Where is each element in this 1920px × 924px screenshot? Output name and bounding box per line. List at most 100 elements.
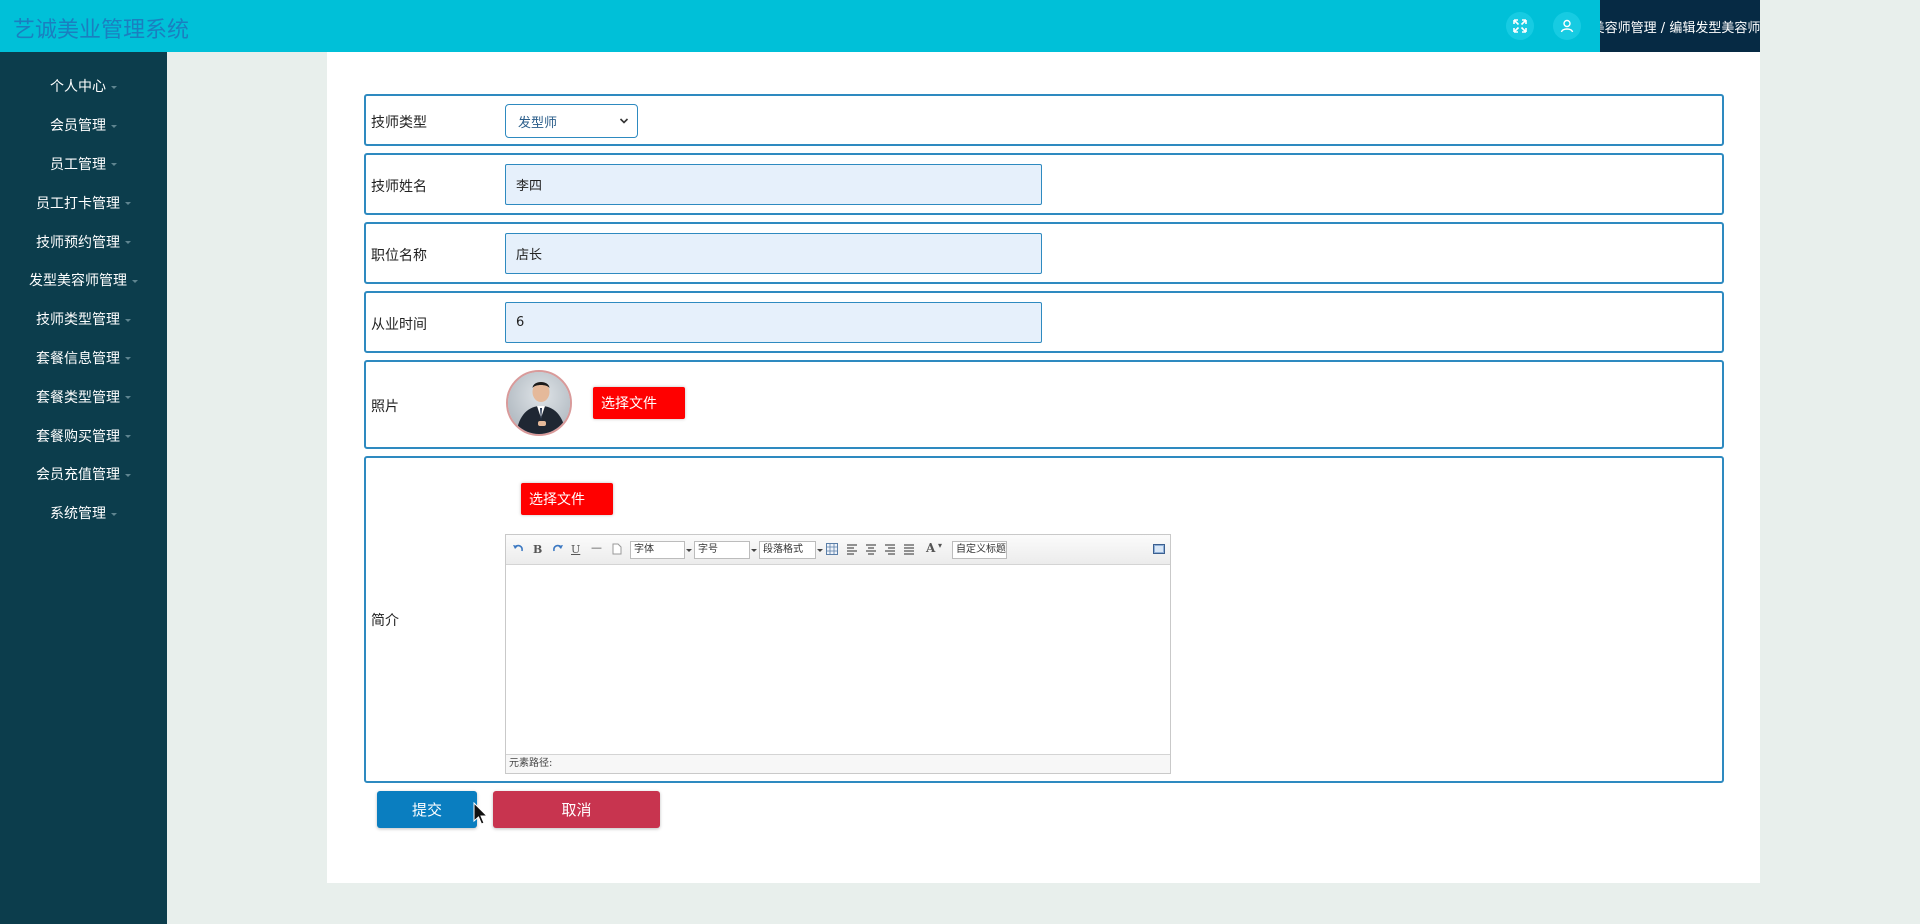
field-label: 技师类型 <box>371 115 427 131</box>
caret-down-icon <box>125 202 131 206</box>
font-family-select[interactable]: 字体 <box>630 541 692 559</box>
position-name-input[interactable]: 店长 <box>505 233 1042 274</box>
submit-button-label: 提交 <box>411 801 442 819</box>
paragraph-format-value: 段落格式 <box>763 544 803 555</box>
sidebar-item-package-types[interactable]: 套餐类型管理 <box>0 377 167 416</box>
table-icon[interactable] <box>826 543 838 555</box>
field-label: 简介 <box>371 613 399 629</box>
align-left-icon[interactable] <box>846 543 858 555</box>
cancel-button[interactable]: 取消 <box>493 791 660 828</box>
undo-icon[interactable] <box>512 543 524 555</box>
font-family-value: 字体 <box>634 544 654 555</box>
align-center-icon[interactable] <box>865 543 877 555</box>
select-value: 发型师 <box>518 115 558 131</box>
input-value: 店长 <box>516 248 543 263</box>
sidebar-item-label: 技师类型管理 <box>36 312 120 329</box>
sidebar-item-label: 套餐信息管理 <box>36 350 120 367</box>
form-row-position: 职位名称 店长 <box>364 222 1724 284</box>
clear-doc-icon[interactable] <box>612 543 622 555</box>
sidebar-item-label: 套餐购买管理 <box>36 428 120 445</box>
horizontal-rule-icon[interactable]: — <box>591 541 602 554</box>
sidebar-item-packages[interactable]: 套餐信息管理 <box>0 339 167 378</box>
sidebar-item-stylists[interactable]: 发型美容师管理 <box>0 261 167 300</box>
sidebar-item-recharge[interactable]: 会员充值管理 <box>0 455 167 494</box>
caret-down-icon <box>125 396 131 400</box>
form-row-years: 从业时间 6 <box>364 291 1724 353</box>
upload-button-label: 选择文件 <box>601 396 657 412</box>
field-label: 从业时间 <box>371 317 427 333</box>
years-of-service-input[interactable]: 6 <box>505 302 1042 343</box>
font-color-icon[interactable]: A <box>926 541 935 555</box>
custom-title-select[interactable]: 自定义标题 <box>952 541 1007 559</box>
sidebar-item-label: 系统管理 <box>50 506 106 523</box>
underline-icon[interactable]: U <box>571 543 580 556</box>
photo-upload-button[interactable]: 选择文件 <box>593 387 685 419</box>
cancel-button-label: 取消 <box>561 801 592 819</box>
sidebar-item-members[interactable]: 会员管理 <box>0 106 167 145</box>
caret-down-icon <box>125 435 131 439</box>
sidebar-item-label: 会员充值管理 <box>36 467 120 484</box>
sidebar: 个人中心 会员管理 员工管理 员工打卡管理 技师预约管理 发型美容师管理 技师类… <box>0 52 167 924</box>
sidebar-item-system[interactable]: 系统管理 <box>0 494 167 533</box>
redo-icon[interactable] <box>552 543 564 555</box>
sidebar-item-attendance[interactable]: 员工打卡管理 <box>0 183 167 222</box>
sidebar-item-package-purchases[interactable]: 套餐购买管理 <box>0 416 167 455</box>
form-row-type: 技师类型 发型师 <box>364 94 1724 146</box>
field-label: 技师姓名 <box>371 179 427 195</box>
breadcrumb: 发型美容师管理 / 编辑发型美容师 <box>1600 0 1760 52</box>
caret-down-icon <box>125 473 131 477</box>
sidebar-item-label: 员工打卡管理 <box>36 195 120 212</box>
form-row-intro: 简介 选择文件 B U — 字体 字号 段落格式 A ▾ 自定义标题 元素路径: <box>364 456 1724 783</box>
sidebar-item-label: 员工管理 <box>50 156 106 173</box>
paragraph-format-select[interactable]: 段落格式 <box>759 541 823 559</box>
element-path-label: 元素路径: <box>509 758 553 769</box>
font-size-select[interactable]: 字号 <box>694 541 757 559</box>
editor-toolbar: B U — 字体 字号 段落格式 A ▾ 自定义标题 <box>506 535 1170 565</box>
top-header: 艺诚美业管理系统 发型美容师管理 / 编辑发型美容师 <box>0 0 1760 52</box>
fullscreen-icon[interactable] <box>1506 12 1534 40</box>
technician-name-input[interactable]: 李四 <box>505 164 1042 205</box>
editor-element-path: 元素路径: <box>506 754 1170 773</box>
submit-button[interactable]: 提交 <box>377 791 477 828</box>
field-label: 照片 <box>371 399 399 415</box>
font-size-value: 字号 <box>698 544 718 555</box>
sidebar-item-label: 会员管理 <box>50 118 106 135</box>
avatar <box>506 370 572 436</box>
align-justify-icon[interactable] <box>903 543 915 555</box>
mouse-cursor-icon <box>473 802 489 825</box>
caret-down-icon <box>125 357 131 361</box>
caret-down-icon <box>111 85 117 89</box>
caret-down-icon[interactable]: ▾ <box>938 541 942 550</box>
custom-title-value: 自定义标题 <box>956 544 1006 555</box>
user-icon[interactable] <box>1553 12 1581 40</box>
caret-down-icon <box>111 163 117 167</box>
align-right-icon[interactable] <box>884 543 896 555</box>
app-title: 艺诚美业管理系统 <box>13 17 190 42</box>
sidebar-item-label: 个人中心 <box>50 79 106 96</box>
chevron-down-icon <box>619 118 629 124</box>
caret-down-icon <box>125 241 131 245</box>
caret-down-icon <box>111 512 117 516</box>
caret-down-icon <box>111 124 117 128</box>
caret-down-icon <box>132 279 138 283</box>
bold-icon[interactable]: B <box>533 543 542 556</box>
technician-type-select[interactable]: 发型师 <box>505 104 638 138</box>
sidebar-item-staff[interactable]: 员工管理 <box>0 145 167 184</box>
sidebar-item-appointments[interactable]: 技师预约管理 <box>0 222 167 261</box>
field-label: 职位名称 <box>371 248 427 264</box>
sidebar-item-technician-types[interactable]: 技师类型管理 <box>0 300 167 339</box>
sidebar-item-profile[interactable]: 个人中心 <box>0 67 167 106</box>
editor-content-area[interactable] <box>506 565 1170 754</box>
fullscreen-editor-icon[interactable] <box>1153 543 1165 555</box>
intro-upload-button[interactable]: 选择文件 <box>521 483 613 515</box>
input-value: 6 <box>516 315 525 330</box>
sidebar-item-label: 技师预约管理 <box>36 234 120 251</box>
sidebar-item-label: 发型美容师管理 <box>29 273 127 290</box>
rich-text-editor: B U — 字体 字号 段落格式 A ▾ 自定义标题 元素路径: <box>505 534 1171 774</box>
breadcrumb-text: 发型美容师管理 / 编辑发型美容师 <box>1600 20 1760 36</box>
caret-down-icon <box>125 318 131 322</box>
form-row-photo: 照片 选择文件 <box>364 360 1724 449</box>
upload-button-label: 选择文件 <box>529 492 585 508</box>
sidebar-item-label: 套餐类型管理 <box>36 389 120 406</box>
input-value: 李四 <box>516 179 543 194</box>
